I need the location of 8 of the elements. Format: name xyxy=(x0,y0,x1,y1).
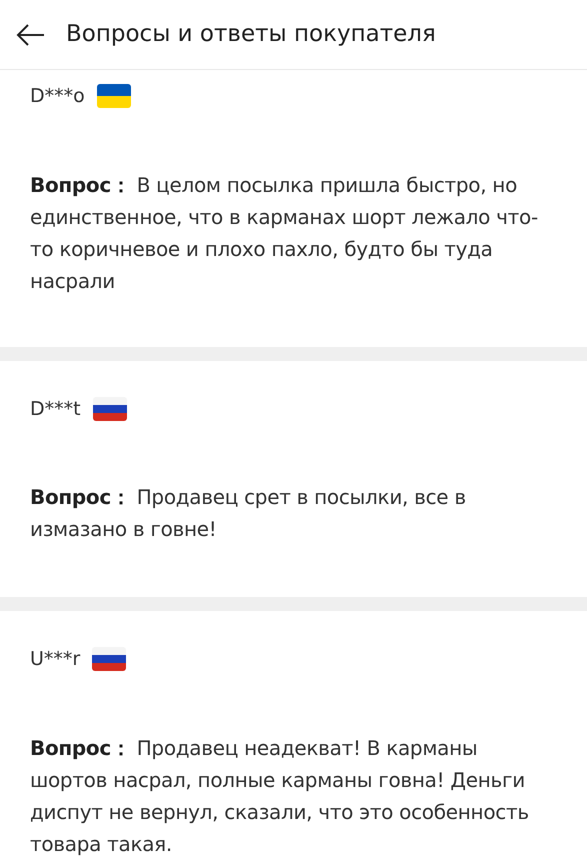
question-text: Вопрос： В целом посылка пришла быстро, но единственное, что в карманах шорт лежало что-то коричневое и плохо пахло, будто бы туда насрали xyxy=(30,172,539,294)
user-name: U***r xyxy=(30,647,80,672)
page-title: Вопросы и ответы покупателя xyxy=(66,20,436,50)
user-name: D***o xyxy=(30,84,85,109)
question-text: Вопрос： Продавец срет в посылки, все в измазано в говне! xyxy=(30,484,467,543)
question-text: Вопрос： Продавец неадекват! В карманы шортов насрал, полные карманы говна! Деньги диспут не вернул, сказали, что это особенность товара такая. xyxy=(30,734,530,858)
user-name: D***t xyxy=(30,396,81,422)
back-icon[interactable] xyxy=(16,22,46,46)
